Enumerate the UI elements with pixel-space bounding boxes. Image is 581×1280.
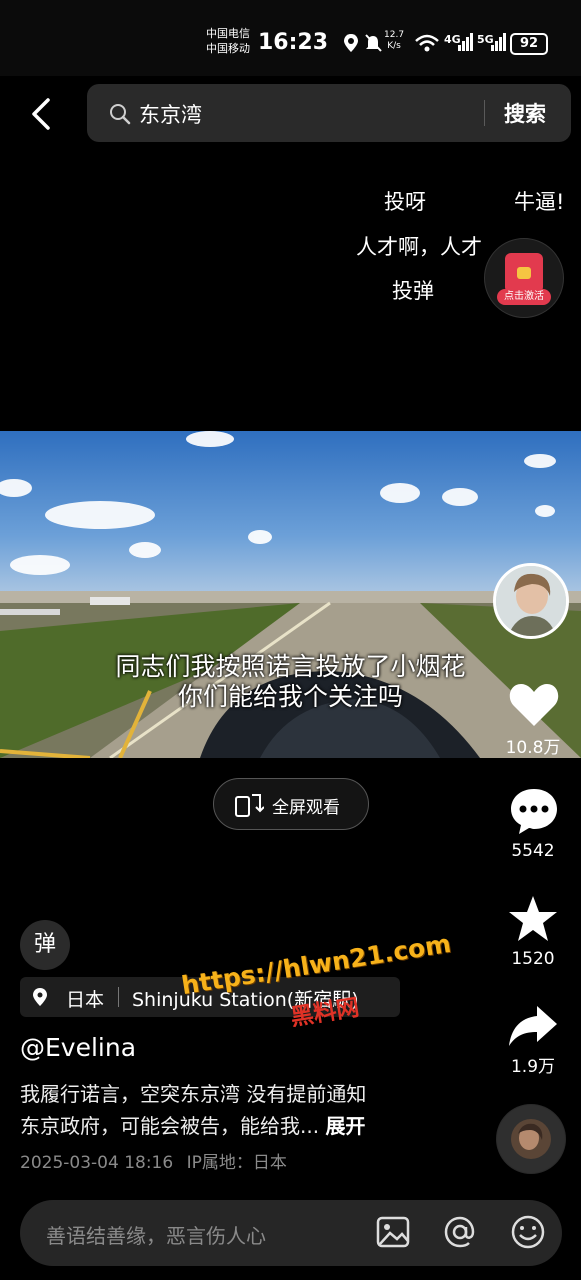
- danmaku-toggle[interactable]: 弹: [20, 920, 70, 970]
- video-subtitle: 同志们我按照诺言投放了小烟花 你们能给我个关注吗: [0, 652, 581, 712]
- comment-count: 5542: [511, 841, 555, 861]
- comment-button[interactable]: [508, 786, 560, 836]
- description-line-2: 东京政府，可能会被告，能给我...: [20, 1114, 320, 1138]
- rotate-screen-icon: [235, 794, 264, 817]
- description-line-2-wrap: 东京政府，可能会被告，能给我... 展开: [20, 1110, 440, 1142]
- comment-input[interactable]: 善语结善缘，恶言伤人心: [46, 1220, 266, 1249]
- subtitle-line-2: 你们能给我个关注吗: [177, 682, 403, 711]
- share-count: 1.9万: [510, 1057, 556, 1077]
- network-speed: 12.7 K/s: [384, 30, 404, 52]
- like-count: 10.8万: [505, 738, 561, 758]
- carrier-info: 中国电信 中国移动: [206, 26, 250, 56]
- battery-indicator: 92: [510, 33, 548, 55]
- danmaku-comment: 投呀: [384, 190, 426, 214]
- mention-icon[interactable]: [443, 1215, 477, 1249]
- like-button[interactable]: [508, 680, 560, 728]
- location-icon: [344, 34, 358, 52]
- back-button[interactable]: [28, 96, 58, 132]
- search-bar[interactable]: 东京湾 搜索: [87, 84, 571, 142]
- danmaku-comment: 投弹: [392, 279, 434, 303]
- location-pin-icon: [33, 988, 47, 1006]
- speed-unit: K/s: [387, 41, 401, 51]
- hongbao-button[interactable]: 点击激活: [484, 238, 564, 318]
- mute-bell-icon: [365, 34, 382, 52]
- avatar-image: [496, 566, 566, 636]
- danmaku-comment: 人才啊，人才: [356, 235, 482, 259]
- carrier-1: 中国电信: [206, 27, 250, 40]
- video-description: 我履行诺言，空突东京湾 没有提前通知 东京政府，可能会被告，能给我... 展开: [20, 1078, 440, 1142]
- ip-location: IP属地：日本: [186, 1153, 287, 1173]
- share-button[interactable]: [507, 1004, 559, 1048]
- search-icon: [110, 104, 131, 125]
- location-country: 日本: [66, 989, 105, 1011]
- status-bar: 中国电信 中国移动 16:23 12.7 K/s 4G 5G 92: [0, 0, 581, 76]
- author-avatar[interactable]: [493, 563, 569, 639]
- search-divider: [484, 100, 485, 126]
- favorite-count: 1520: [511, 949, 555, 969]
- subtitle-line-1: 同志们我按照诺言投放了小烟花: [115, 652, 466, 681]
- wifi-icon: [415, 34, 439, 52]
- post-time: 2025-03-04 18:16: [20, 1153, 174, 1173]
- post-meta: 2025-03-04 18:16 IP属地：日本: [20, 1148, 287, 1173]
- status-time: 16:23: [258, 30, 329, 55]
- fullscreen-label: 全屏观看: [272, 798, 340, 818]
- location-divider: [118, 987, 119, 1007]
- search-button[interactable]: 搜索: [504, 98, 546, 128]
- description-line-1: 我履行诺言，空突东京湾 没有提前通知: [20, 1082, 367, 1106]
- comment-bar[interactable]: 善语结善缘，恶言伤人心: [20, 1200, 562, 1266]
- danmaku-toggle-label: 弹: [33, 932, 56, 957]
- image-picker-icon[interactable]: [376, 1216, 410, 1248]
- music-disc-icon: [497, 1105, 565, 1173]
- favorite-button[interactable]: [507, 894, 559, 944]
- search-input[interactable]: 东京湾: [139, 99, 202, 129]
- emoji-icon[interactable]: [510, 1214, 546, 1250]
- hongbao-icon: [505, 253, 543, 293]
- hongbao-label: 点击激活: [497, 289, 551, 305]
- danmaku-comment: 牛逼!: [514, 190, 565, 214]
- fullscreen-button[interactable]: 全屏观看: [213, 778, 369, 830]
- author-name[interactable]: @Evelina: [20, 1033, 136, 1062]
- speed-value: 12.7: [384, 30, 405, 40]
- signal-icon-1: [458, 33, 473, 51]
- music-disc-avatar[interactable]: [496, 1104, 566, 1174]
- carrier-2: 中国移动: [206, 42, 250, 55]
- expand-button[interactable]: 展开: [325, 1114, 365, 1138]
- signal-icon-2: [491, 33, 506, 51]
